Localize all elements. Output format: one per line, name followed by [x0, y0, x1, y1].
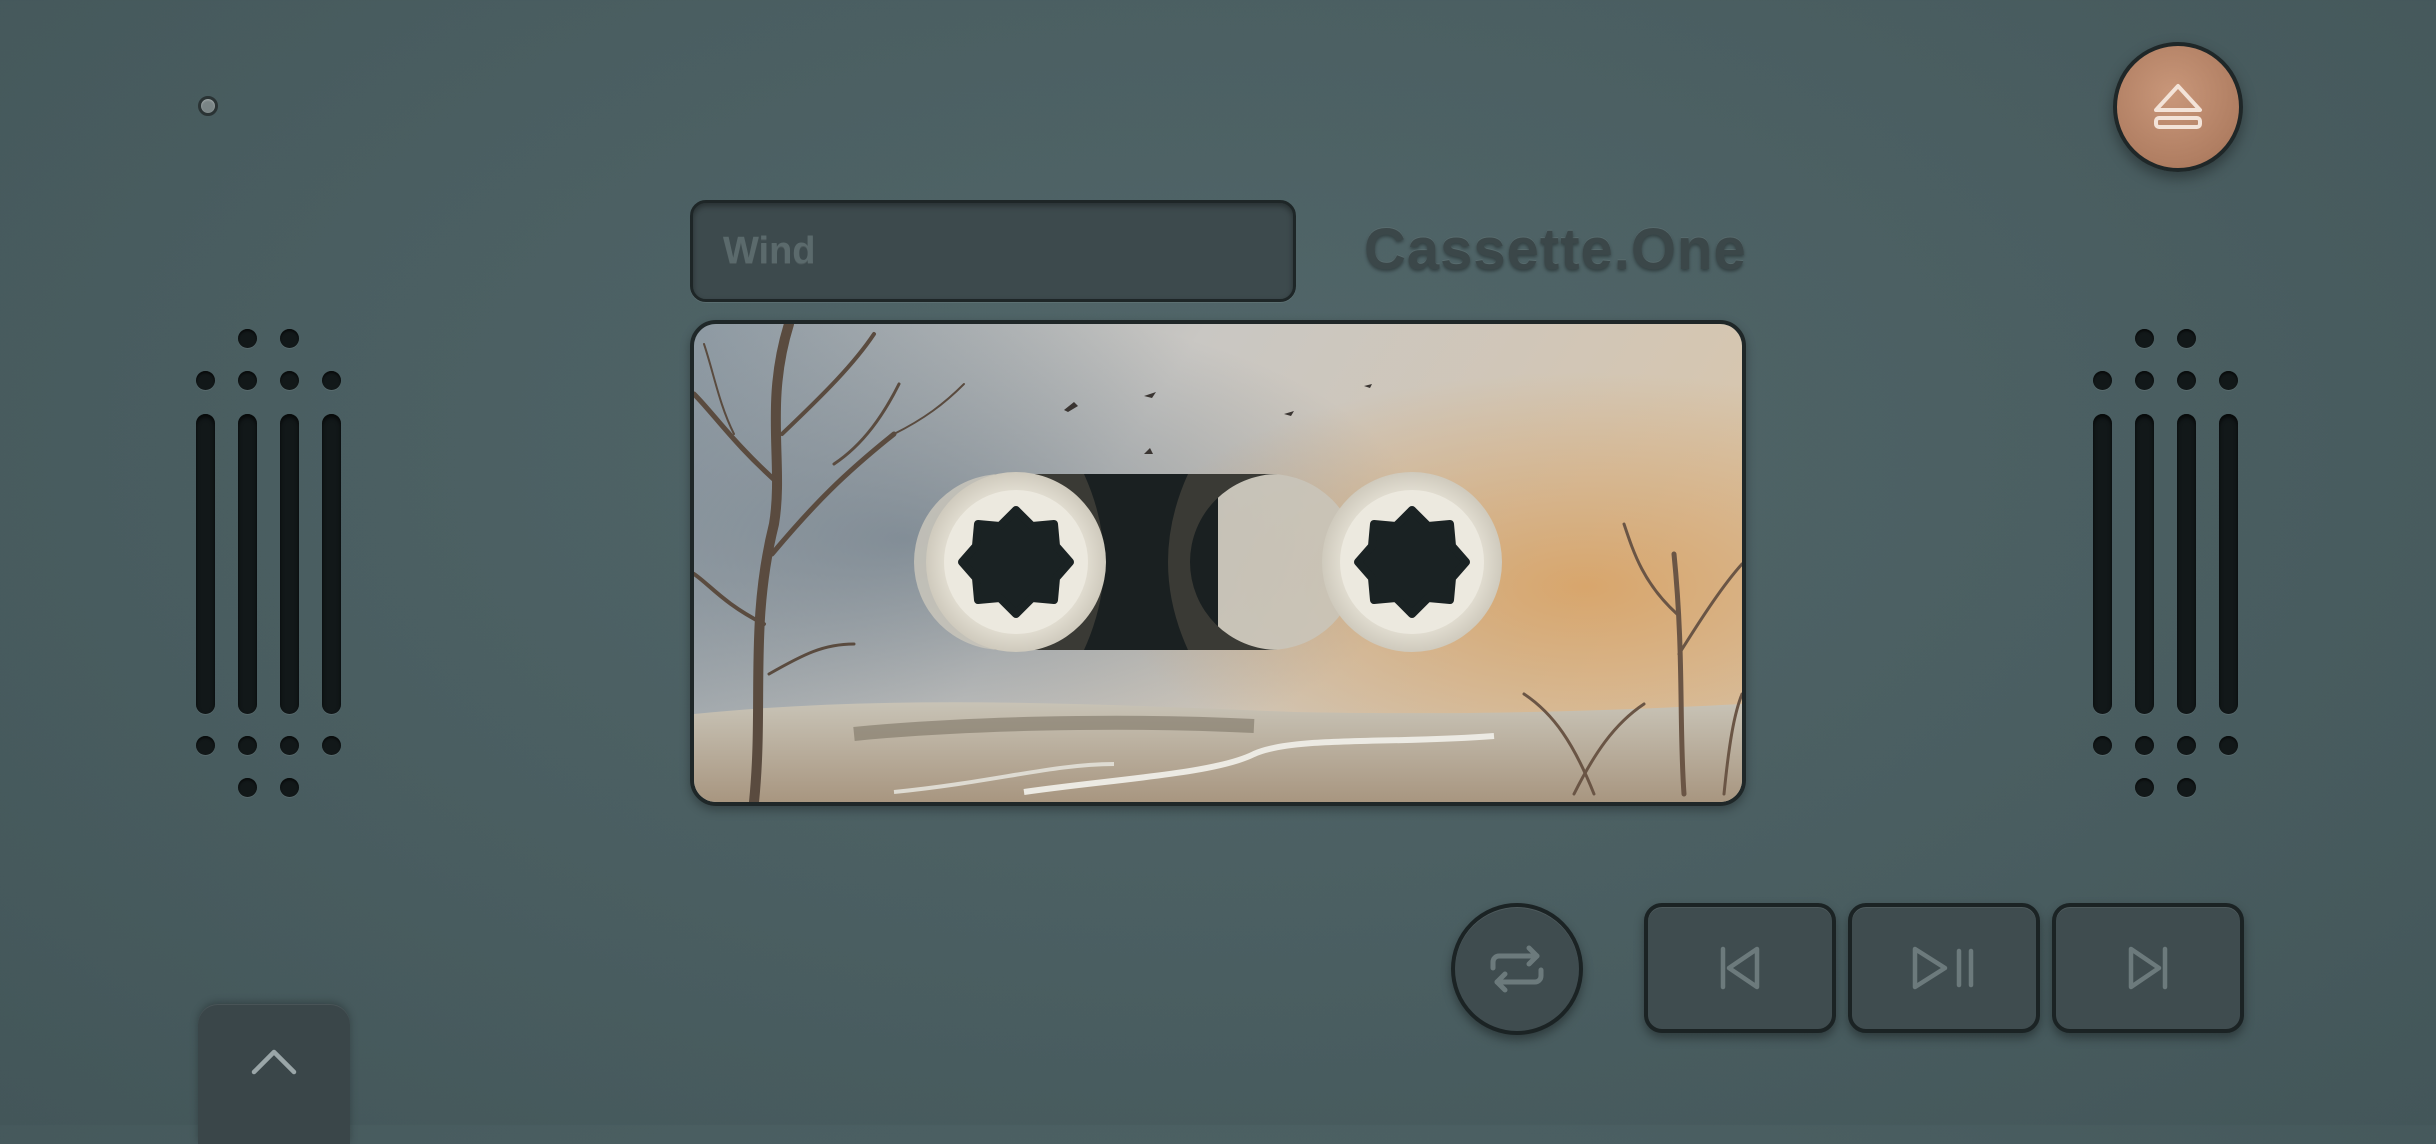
play-pause-button[interactable]: [1848, 903, 2040, 1033]
chevron-up-icon: [251, 1049, 297, 1075]
cassette-artwork: [694, 324, 1742, 802]
repeat-button[interactable]: [1451, 903, 1583, 1035]
eject-button[interactable]: [2113, 42, 2243, 172]
right-speaker-grill: [2093, 326, 2253, 816]
left-speaker-grill: [196, 326, 356, 816]
repeat-icon: [1490, 945, 1544, 993]
skip-next-icon: [2128, 946, 2168, 990]
track-title: Wind: [723, 229, 816, 272]
eject-icon: [2154, 84, 2202, 129]
skip-previous-icon: [1720, 946, 1760, 990]
track-title-field[interactable]: Wind: [690, 200, 1296, 302]
previous-button[interactable]: [1644, 903, 1836, 1033]
status-indicator: [198, 96, 218, 116]
play-pause-icon: [1912, 946, 1974, 990]
brand-logo-text: Cassette.One: [1364, 217, 1747, 282]
expand-panel-button[interactable]: [198, 1004, 350, 1144]
cassette-window: [690, 320, 1746, 806]
next-button[interactable]: [2052, 903, 2244, 1033]
